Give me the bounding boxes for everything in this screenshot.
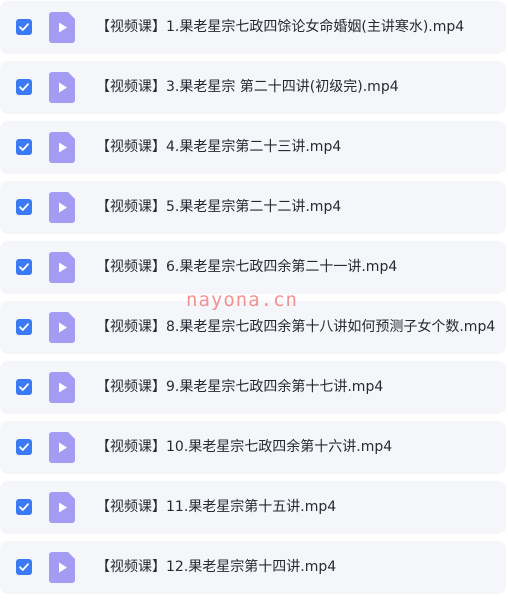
file-row[interactable]: 【视频课】5.果老星宗第二十二讲.mp4 [0, 181, 506, 234]
file-name: 【视频课】3.果老星宗 第二十四讲(初级完).mp4 [96, 79, 399, 95]
file-row[interactable]: 【视频课】4.果老星宗第二十三讲.mp4 [0, 121, 506, 174]
file-name: 【视频课】1.果老星宗七政四馀论女命婚姻(主讲寒水).mp4 [96, 19, 465, 35]
video-file-icon [49, 252, 75, 283]
video-file-icon [49, 72, 75, 103]
video-file-icon [49, 372, 75, 403]
video-file-icon [49, 132, 75, 163]
checkbox-checked[interactable] [16, 379, 32, 395]
file-name: 【视频课】12.果老星宗第十四讲.mp4 [96, 559, 337, 575]
checkbox-checked[interactable] [16, 439, 32, 455]
file-name: 【视频课】4.果老星宗第二十三讲.mp4 [96, 139, 342, 155]
checkbox-checked[interactable] [16, 79, 32, 95]
file-name: 【视频课】11.果老星宗第十五讲.mp4 [96, 499, 337, 515]
checkbox-checked[interactable] [16, 199, 32, 215]
checkbox-checked[interactable] [16, 19, 32, 35]
checkbox-checked[interactable] [16, 499, 32, 515]
checkbox-checked[interactable] [16, 559, 32, 575]
file-row[interactable]: 【视频课】10.果老星宗七政四余第十六讲.mp4 [0, 421, 506, 474]
file-row[interactable]: 【视频课】11.果老星宗第十五讲.mp4 [0, 481, 506, 534]
checkbox-checked[interactable] [16, 259, 32, 275]
file-row[interactable]: 【视频课】3.果老星宗 第二十四讲(初级完).mp4 [0, 61, 506, 114]
file-name: 【视频课】8.果老星宗七政四余第十八讲如何预测子女个数.mp4 [96, 319, 496, 335]
video-file-icon [49, 192, 75, 223]
video-file-icon [49, 432, 75, 463]
file-list: 【视频课】1.果老星宗七政四馀论女命婚姻(主讲寒水).mp4 【视频课】3.果老… [0, 0, 508, 602]
video-file-icon [49, 312, 75, 343]
video-file-icon [49, 492, 75, 523]
file-name: 【视频课】5.果老星宗第二十二讲.mp4 [96, 199, 342, 215]
file-row[interactable]: 【视频课】6.果老星宗七政四余第二十一讲.mp4 [0, 241, 506, 294]
file-name: 【视频课】10.果老星宗七政四余第十六讲.mp4 [96, 439, 393, 455]
video-file-icon [49, 12, 75, 43]
video-file-icon [49, 552, 75, 583]
file-row[interactable]: 【视频课】1.果老星宗七政四馀论女命婚姻(主讲寒水).mp4 [0, 1, 506, 54]
file-name: 【视频课】9.果老星宗七政四余第十七讲.mp4 [96, 379, 384, 395]
file-row[interactable]: 【视频课】9.果老星宗七政四余第十七讲.mp4 [0, 361, 506, 414]
file-name: 【视频课】6.果老星宗七政四余第二十一讲.mp4 [96, 259, 398, 275]
checkbox-checked[interactable] [16, 319, 32, 335]
file-row[interactable]: 【视频课】12.果老星宗第十四讲.mp4 [0, 541, 506, 594]
checkbox-checked[interactable] [16, 139, 32, 155]
file-row[interactable]: 【视频课】8.果老星宗七政四余第十八讲如何预测子女个数.mp4 [0, 301, 506, 354]
